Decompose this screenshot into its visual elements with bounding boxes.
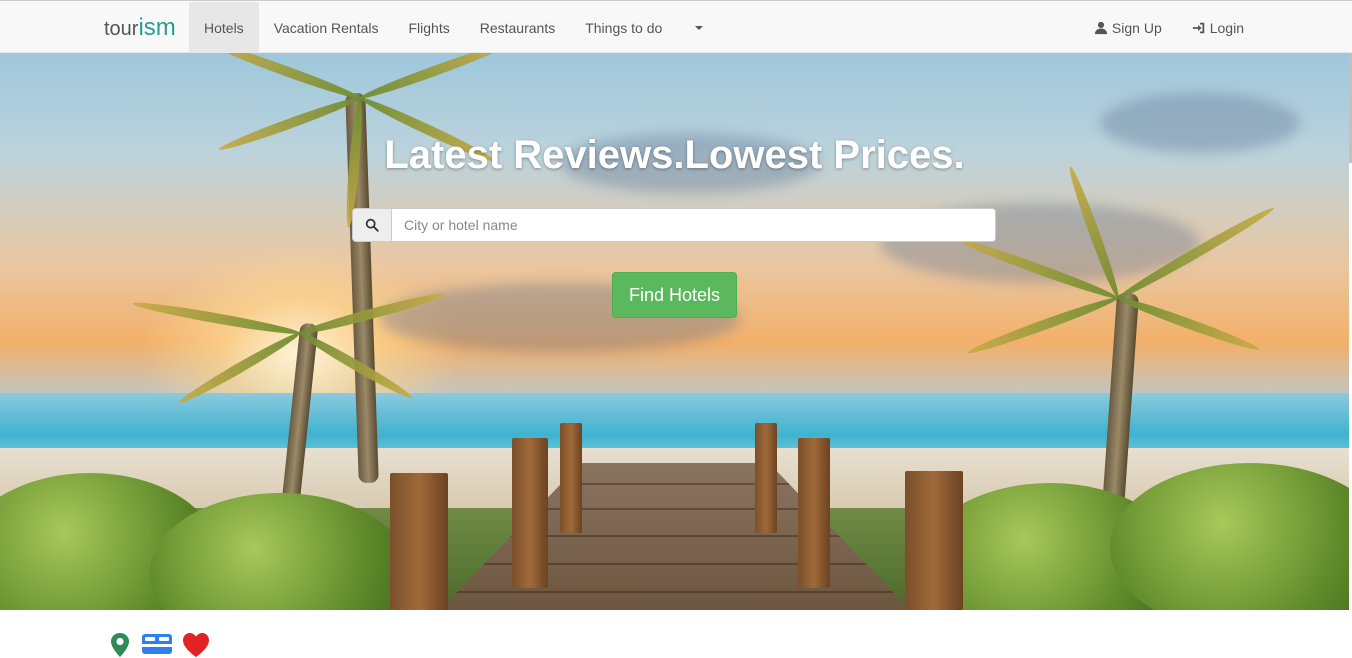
search-icon [365, 218, 379, 232]
nav-item-restaurants[interactable]: Restaurants [465, 2, 570, 53]
signup-link[interactable]: Sign Up [1079, 2, 1177, 53]
hotel-search-bar [352, 208, 996, 242]
login-link[interactable]: Login [1177, 2, 1259, 53]
login-icon [1192, 22, 1204, 33]
bed-icon [142, 634, 172, 654]
find-hotels-button[interactable]: Find Hotels [612, 272, 737, 318]
map-marker-icon [111, 633, 129, 657]
feature-icons [108, 632, 210, 658]
hero-title: Latest Reviews.Lowest Prices. [384, 133, 965, 177]
brand-prefix: tour [104, 18, 139, 40]
brand-accent: ism [138, 14, 176, 41]
user-icon [1094, 21, 1108, 34]
brand-logo[interactable]: tourism [104, 14, 176, 43]
nav-item-vacation-rentals[interactable]: Vacation Rentals [259, 2, 394, 53]
nav-item-hotels[interactable]: Hotels [189, 2, 259, 53]
caret-down-icon [695, 25, 704, 30]
signup-label: Sign Up [1111, 19, 1162, 36]
hero-banner: Latest Reviews.Lowest Prices. Find Hotel… [0, 53, 1349, 610]
login-label: Login [1209, 19, 1244, 36]
main-nav: Hotels Vacation Rentals Flights Restaura… [189, 2, 721, 53]
nav-more-dropdown[interactable] [677, 2, 721, 53]
nav-item-things-to-do[interactable]: Things to do [570, 2, 677, 53]
nav-item-flights[interactable]: Flights [394, 2, 465, 53]
search-addon [353, 209, 392, 241]
city-hotel-search-input[interactable] [392, 209, 995, 241]
heart-icon [183, 633, 209, 657]
account-nav: Sign Up Login [1079, 2, 1259, 53]
navbar: tourism Hotels Vacation Rentals Flights … [0, 0, 1352, 53]
